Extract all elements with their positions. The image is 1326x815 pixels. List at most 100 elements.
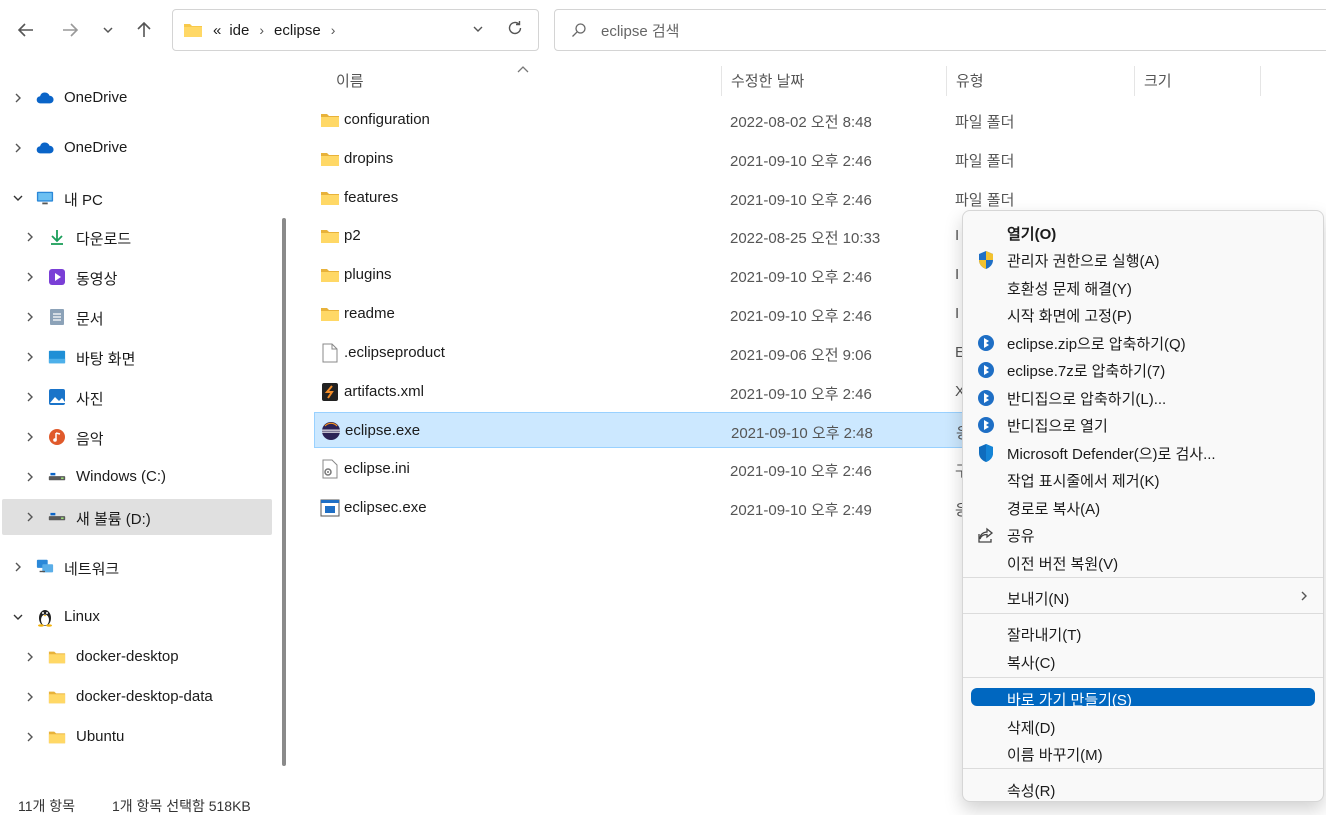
music-icon: [48, 428, 66, 446]
chevron-down-icon[interactable]: [12, 192, 24, 204]
breadcrumb-ide[interactable]: ide: [229, 22, 249, 39]
menu-item[interactable]: 이름 바꾸기(M): [971, 740, 1315, 766]
sidebar-item-label: 사진: [76, 391, 104, 408]
chevron-down-icon[interactable]: [12, 611, 24, 623]
chevron-right-icon[interactable]: [24, 731, 36, 743]
sidebar-item-새-볼륨-d[interactable]: 새 볼륨 (D:): [2, 499, 272, 535]
sidebar-item-onedrive[interactable]: OneDrive: [2, 130, 272, 166]
menu-item[interactable]: 호환성 문제 해결(Y): [971, 274, 1315, 300]
download-icon: [48, 228, 66, 246]
file-row[interactable]: configuration 2022-08-02 오전 8:48 파일 폴더: [314, 102, 1314, 138]
sidebar-item-label: Ubuntu: [76, 728, 125, 745]
breadcrumb-separator[interactable]: ›: [259, 22, 264, 38]
file-date: 2021-09-10 오후 2:46: [730, 463, 872, 481]
menu-item[interactable]: 보내기(N): [971, 584, 1315, 610]
chevron-right-icon[interactable]: [24, 511, 36, 523]
menu-item-label: 이전 버전 복원(V): [1007, 556, 1119, 573]
menu-item[interactable]: 관리자 권한으로 실행(A): [971, 246, 1315, 272]
recent-locations-chevron-icon[interactable]: [94, 16, 122, 44]
network-icon: [36, 558, 54, 576]
drive-icon: [48, 508, 66, 526]
chevron-right-icon[interactable]: [24, 351, 36, 363]
folder-icon: [48, 688, 66, 706]
refresh-icon[interactable]: [506, 19, 524, 41]
breadcrumb-eclipse[interactable]: eclipse: [274, 22, 321, 39]
menu-item[interactable]: 복사(C): [971, 648, 1315, 674]
sidebar-item-네트워크[interactable]: 네트워크: [2, 549, 272, 585]
menu-item-label: 이름 바꾸기(M): [1007, 747, 1103, 764]
sidebar-item-docker-desktop[interactable]: docker-desktop: [2, 639, 272, 675]
search-input[interactable]: eclipse 검색: [554, 9, 1326, 51]
menu-item[interactable]: 이전 버전 복원(V): [971, 549, 1315, 575]
menu-item[interactable]: 반디집으로 열기: [971, 411, 1315, 437]
menu-item[interactable]: 바로 가기 만들기(S): [971, 688, 1315, 709]
back-arrow-icon[interactable]: [12, 16, 40, 44]
column-header-size[interactable]: 크기: [1144, 70, 1172, 91]
chevron-right-icon[interactable]: [24, 231, 36, 243]
sidebar-item-windows-c[interactable]: Windows (C:): [2, 459, 272, 495]
menu-item[interactable]: eclipse.7z로 압축하기(7): [971, 356, 1315, 382]
sidebar-item-onedrive[interactable]: OneDrive: [2, 80, 272, 116]
sidebar-item-다운로드[interactable]: 다운로드: [2, 219, 272, 255]
menu-item[interactable]: 삭제(D): [971, 713, 1315, 739]
menu-item-label: 잘라내기(T): [1007, 627, 1082, 644]
sidebar-item-linux[interactable]: Linux: [2, 599, 272, 635]
file-date: 2021-09-06 오전 9:06: [730, 346, 872, 364]
menu-item[interactable]: 열기(O): [971, 219, 1315, 245]
menu-item[interactable]: 시작 화면에 고정(P): [971, 301, 1315, 327]
chevron-right-icon[interactable]: [12, 142, 24, 154]
menu-item[interactable]: 경로로 복사(A): [971, 494, 1315, 520]
menu-item[interactable]: 속성(R): [971, 776, 1315, 802]
menu-item[interactable]: eclipse.zip으로 압축하기(Q): [971, 329, 1315, 355]
column-header-row: 이름 수정한 날짜 유형 크기: [298, 62, 1326, 98]
column-header-date[interactable]: 수정한 날짜: [731, 70, 804, 91]
sidebar-item-동영상[interactable]: 동영상: [2, 259, 272, 295]
folder-icon: [183, 22, 203, 38]
sidebar-item-사진[interactable]: 사진: [2, 379, 272, 415]
sidebar-item-ubuntu[interactable]: Ubuntu: [2, 719, 272, 755]
sidebar-item-바탕-화면[interactable]: 바탕 화면: [2, 339, 272, 375]
sidebar-item-음악[interactable]: 음악: [2, 419, 272, 455]
chevron-down-icon[interactable]: [472, 22, 484, 39]
file-date: 2021-09-10 오후 2:49: [730, 502, 872, 519]
sidebar-item-내-pc[interactable]: 내 PC: [2, 180, 272, 216]
chevron-right-icon[interactable]: [24, 471, 36, 483]
up-arrow-icon[interactable]: [130, 16, 158, 44]
chevron-right-icon[interactable]: [24, 311, 36, 323]
menu-item-label: 관리자 권한으로 실행(A): [1007, 253, 1160, 270]
file-row[interactable]: dropins 2021-09-10 오후 2:46 파일 폴더: [314, 141, 1314, 177]
file-name: eclipsec.exe: [344, 499, 427, 516]
menu-separator: [963, 677, 1323, 678]
menu-item[interactable]: 공유: [971, 521, 1315, 547]
menu-item-label: 반디집으로 열기: [1007, 418, 1108, 435]
chevron-right-icon[interactable]: [24, 431, 36, 443]
forward-arrow-icon[interactable]: [56, 16, 84, 44]
navigation-scrollbar[interactable]: [282, 218, 286, 766]
chevron-right-icon[interactable]: [24, 271, 36, 283]
chevron-right-icon[interactable]: [24, 391, 36, 403]
column-header-name[interactable]: 이름: [336, 70, 364, 91]
address-bar[interactable]: « ide › eclipse ›: [172, 9, 539, 51]
sidebar-item-docker-desktop-data[interactable]: docker-desktop-data: [2, 679, 272, 715]
file-date: 2021-09-10 오후 2:48: [731, 425, 873, 443]
breadcrumb-overflow[interactable]: «: [213, 22, 221, 39]
sidebar-item-문서[interactable]: 문서: [2, 299, 272, 335]
chevron-right-icon[interactable]: [12, 561, 24, 573]
selection-info: 1개 항목 선택함 518KB: [112, 798, 251, 814]
breadcrumb-separator[interactable]: ›: [331, 22, 336, 38]
chevron-right-icon[interactable]: [24, 691, 36, 703]
column-header-type[interactable]: 유형: [956, 70, 984, 91]
menu-item-label: 복사(C): [1007, 655, 1056, 672]
menu-item[interactable]: 반디집으로 압축하기(L)...: [971, 384, 1315, 410]
menu-item[interactable]: 작업 표시줄에서 제거(K): [971, 466, 1315, 492]
menu-item[interactable]: 잘라내기(T): [971, 620, 1315, 646]
chevron-right-icon[interactable]: [12, 92, 24, 104]
folder-icon: [320, 110, 340, 130]
document-icon: [48, 308, 66, 326]
menu-item[interactable]: Microsoft Defender(으)로 검사...: [971, 439, 1315, 465]
chevron-right-icon[interactable]: [24, 651, 36, 663]
chevron-right-icon: [1299, 588, 1309, 605]
menu-item-label: 속성(R): [1007, 783, 1056, 800]
file-date: 2021-09-10 오후 2:46: [730, 308, 872, 325]
cloud-icon: [36, 89, 54, 107]
